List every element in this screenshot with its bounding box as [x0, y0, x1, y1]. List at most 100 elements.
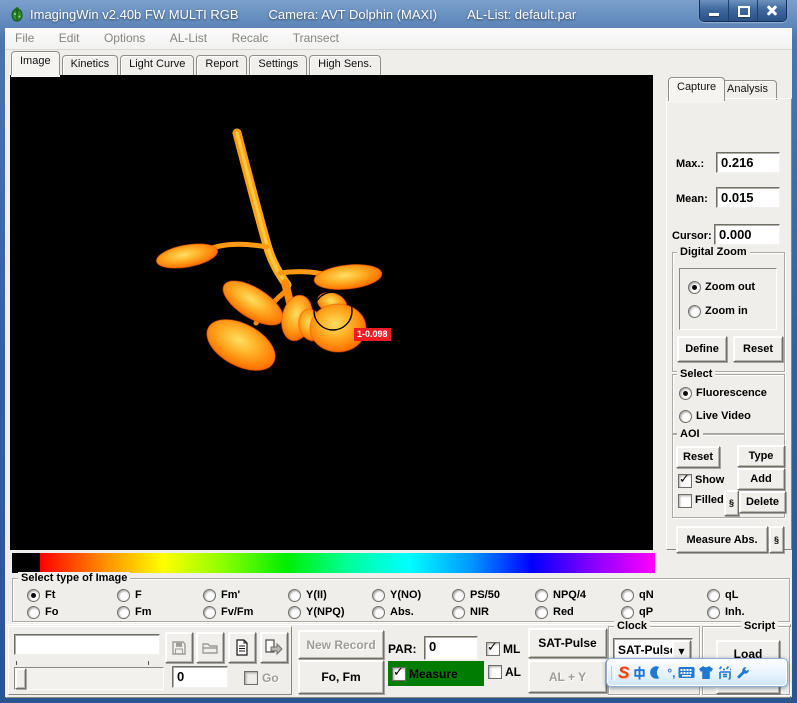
minimize-button[interactable]: [700, 0, 729, 21]
chinese-mode-icon[interactable]: [632, 664, 647, 682]
measure-abs-button[interactable]: Measure Abs.: [676, 526, 768, 553]
radio-qn-label[interactable]: qN: [639, 589, 654, 601]
radio-red[interactable]: [535, 606, 548, 619]
tab-settings[interactable]: Settings: [249, 55, 307, 75]
radio-yii-label[interactable]: Y(II): [306, 589, 327, 601]
radio-ft[interactable]: [27, 589, 40, 602]
title-bar[interactable]: ImagingWin v2.40b FW MULTI RGBCamera: AV…: [0, 0, 797, 28]
zoom-reset-button[interactable]: Reset: [733, 336, 783, 362]
aoi-filled-checkbox[interactable]: [678, 494, 692, 508]
menu-edit[interactable]: Edit: [49, 28, 90, 45]
par-field[interactable]: 0: [424, 636, 478, 660]
fullwidth-moon-icon[interactable]: [650, 664, 664, 682]
radio-yii[interactable]: [288, 589, 301, 602]
simplified-chinese-icon[interactable]: [717, 664, 733, 682]
tab-kinetics[interactable]: Kinetics: [62, 55, 119, 75]
zoom-define-button[interactable]: Define: [677, 336, 727, 362]
radio-yno-label[interactable]: Y(NO): [390, 589, 421, 601]
skin-icon[interactable]: [698, 664, 714, 682]
radio-nir-label[interactable]: NIR: [470, 606, 489, 618]
radio-zoom-out[interactable]: [688, 281, 701, 294]
aoi-add-button[interactable]: Add: [737, 468, 785, 490]
punctuation-icon[interactable]: °,: [667, 664, 675, 682]
maximize-button[interactable]: [729, 0, 758, 21]
radio-qp-label[interactable]: qP: [639, 606, 653, 618]
menu-file[interactable]: File: [5, 28, 44, 45]
sogou-logo-icon[interactable]: S: [618, 664, 629, 682]
measure-abs-squiggle-button[interactable]: §: [769, 526, 784, 553]
radio-ynpq-label[interactable]: Y(NPQ): [306, 606, 345, 618]
radio-live-video[interactable]: [679, 410, 692, 423]
tab-report[interactable]: Report: [196, 55, 247, 75]
radio-fm-prime-label[interactable]: Fm': [221, 589, 240, 601]
aoi-reset-button[interactable]: Reset: [676, 446, 720, 468]
radio-abs[interactable]: [372, 606, 385, 619]
radio-zoom-in[interactable]: [688, 305, 701, 318]
record-counter-field[interactable]: 0: [172, 666, 228, 688]
radio-f[interactable]: [117, 589, 130, 602]
radio-f-label[interactable]: F: [135, 589, 142, 601]
menu-options[interactable]: Options: [94, 28, 155, 45]
radio-npq4[interactable]: [535, 589, 548, 602]
radio-fm-label[interactable]: Fm: [135, 606, 152, 618]
settings-wrench-icon[interactable]: [736, 664, 750, 682]
radio-inh-label[interactable]: Inh.: [725, 606, 745, 618]
radio-fm-prime[interactable]: [203, 589, 216, 602]
open-button[interactable]: [196, 632, 224, 663]
radio-fluorescence-label[interactable]: Fluorescence: [696, 387, 767, 399]
radio-zoom-in-label[interactable]: Zoom in: [705, 305, 748, 317]
radio-yno[interactable]: [372, 589, 385, 602]
radio-live-video-label[interactable]: Live Video: [696, 410, 751, 422]
radio-fo-label[interactable]: Fo: [45, 606, 58, 618]
radio-abs-label[interactable]: Abs.: [390, 606, 414, 618]
radio-ps50-label[interactable]: PS/50: [470, 589, 500, 601]
radio-qp[interactable]: [621, 606, 634, 619]
al-y-button[interactable]: AL + Y: [528, 660, 607, 693]
radio-qn[interactable]: [621, 589, 634, 602]
radio-fluorescence[interactable]: [679, 387, 692, 400]
menu-al-list[interactable]: AL-List: [160, 28, 217, 45]
radio-nir[interactable]: [452, 606, 465, 619]
radio-ynpq[interactable]: [288, 606, 301, 619]
radio-fo[interactable]: [27, 606, 40, 619]
aoi-delete-button[interactable]: Delete: [739, 491, 786, 513]
radio-ft-label[interactable]: Ft: [45, 589, 55, 601]
aoi-squiggle-button[interactable]: §: [724, 490, 739, 516]
ml-checkbox[interactable]: [486, 642, 500, 656]
menu-recalc[interactable]: Recalc: [222, 28, 279, 45]
save-button[interactable]: [165, 632, 193, 663]
aoi-show-checkbox[interactable]: [678, 474, 692, 488]
export-button[interactable]: [260, 632, 288, 663]
fluorescence-image-view[interactable]: 1-0.098: [10, 75, 653, 550]
go-checkbox[interactable]: [244, 671, 258, 685]
menu-transect[interactable]: Transect: [283, 28, 349, 45]
radio-npq4-label[interactable]: NPQ/4: [553, 589, 586, 601]
mean-field[interactable]: 0.015: [716, 187, 780, 208]
max-field[interactable]: 0.216: [716, 152, 780, 173]
aoi-type-button[interactable]: Type: [737, 445, 785, 467]
cursor-field[interactable]: 0.000: [714, 224, 780, 245]
report-button[interactable]: [228, 632, 256, 663]
al-checkbox[interactable]: [488, 665, 502, 679]
radio-fvfm[interactable]: [203, 606, 216, 619]
soft-keyboard-icon[interactable]: [678, 664, 695, 682]
new-record-button[interactable]: New Record: [298, 630, 384, 659]
record-name-field[interactable]: [14, 634, 160, 655]
radio-ps50[interactable]: [452, 589, 465, 602]
fo-fm-button[interactable]: Fo, Fm: [298, 660, 384, 694]
close-button[interactable]: [758, 0, 786, 21]
ime-grip[interactable]: [611, 666, 615, 680]
record-slider-track[interactable]: [14, 667, 164, 690]
radio-zoom-out-label[interactable]: Zoom out: [705, 281, 755, 293]
radio-ql-label[interactable]: qL: [725, 589, 738, 601]
radio-fvfm-label[interactable]: Fv/Fm: [221, 606, 253, 618]
tab-image[interactable]: Image: [11, 51, 60, 75]
radio-red-label[interactable]: Red: [553, 606, 574, 618]
radio-fm[interactable]: [117, 606, 130, 619]
side-tab-analysis[interactable]: Analysis: [718, 80, 777, 100]
side-tab-capture[interactable]: Capture: [668, 77, 725, 101]
measure-checkbox[interactable]: [392, 667, 406, 681]
radio-ql[interactable]: [707, 589, 720, 602]
tab-light-curve[interactable]: Light Curve: [120, 55, 194, 75]
radio-inh[interactable]: [707, 606, 720, 619]
